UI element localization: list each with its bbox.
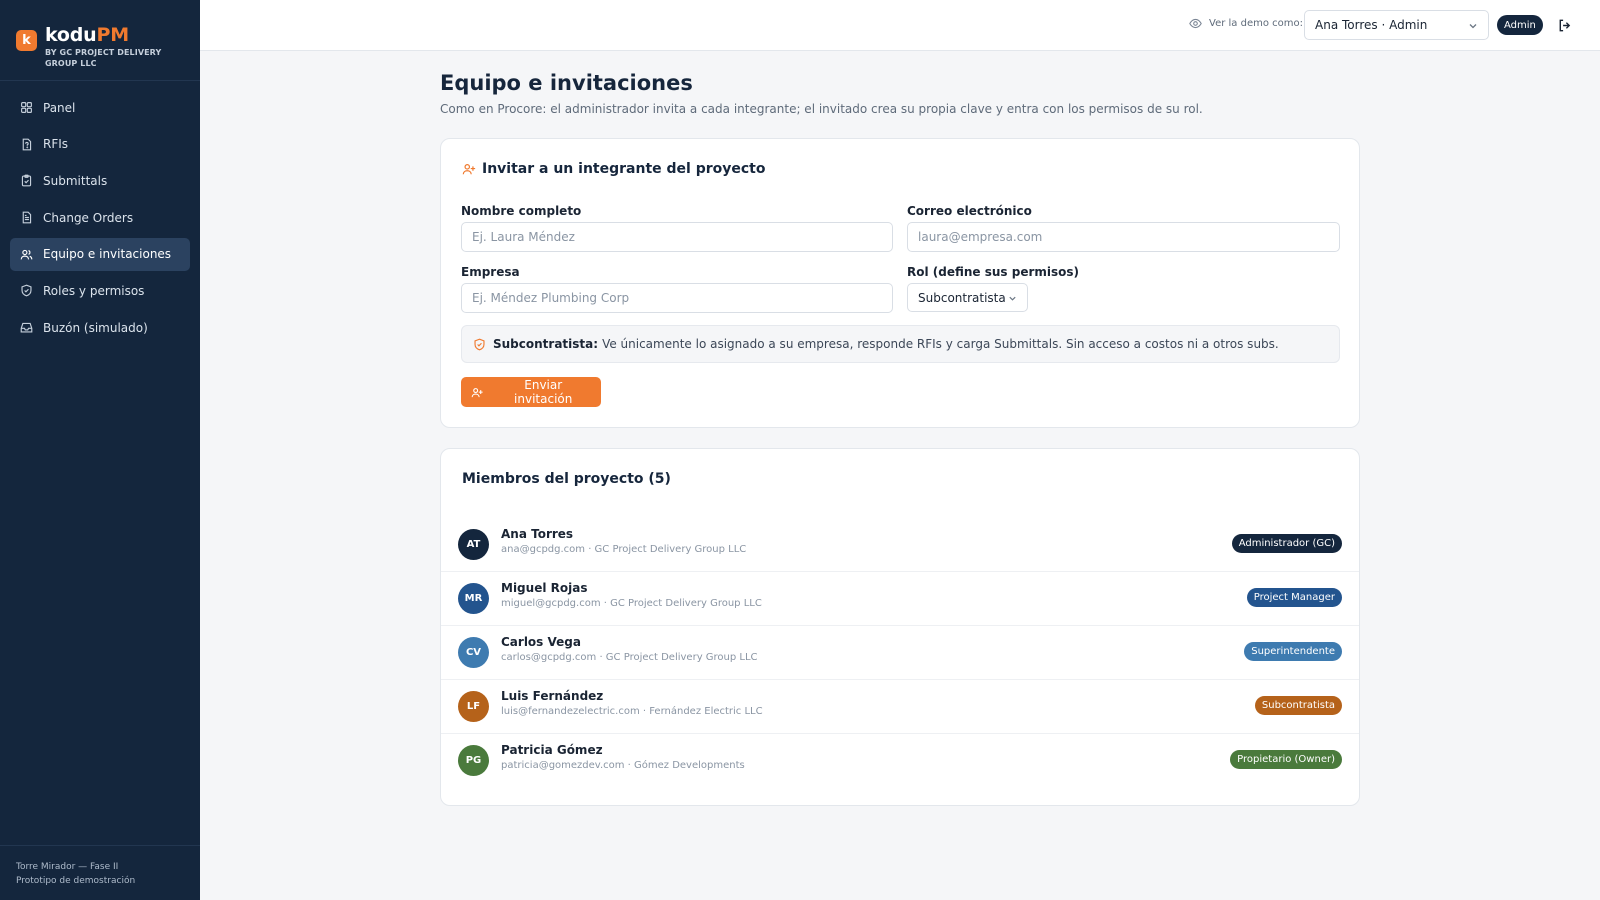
member-name: Patricia Gómez bbox=[501, 743, 603, 757]
invite-heading-text: Invitar a un integrante del proyecto bbox=[482, 161, 766, 177]
member-name: Ana Torres bbox=[501, 527, 574, 541]
app-logo: k bbox=[16, 30, 37, 51]
member-meta: miguel@gcpdg.com · GC Project Delivery G… bbox=[501, 598, 762, 609]
member-meta: carlos@gcpdg.com · GC Project Delivery G… bbox=[501, 652, 758, 663]
user-plus-icon bbox=[462, 164, 476, 175]
avatar: CV bbox=[458, 637, 489, 668]
shield-check-icon bbox=[474, 338, 485, 350]
role-selected: Subcontratista bbox=[918, 290, 1006, 305]
sidebar-item-label: Panel bbox=[43, 100, 76, 115]
role-info-text: Ve únicamente lo asignado a su empresa, … bbox=[602, 337, 1279, 351]
demo-user-selected: Ana Torres · Admin bbox=[1315, 18, 1428, 32]
users-icon bbox=[20, 248, 33, 261]
invite-card: Invitar a un integrante del proyecto Nom… bbox=[440, 138, 1360, 428]
sidebar-item-change-orders[interactable]: Change Orders bbox=[10, 201, 190, 234]
sidebar-item-team[interactable]: Equipo e invitaciones bbox=[10, 237, 190, 271]
question-doc-icon bbox=[20, 138, 33, 151]
grid-icon bbox=[20, 101, 33, 114]
full-name-input[interactable] bbox=[461, 222, 893, 252]
member-meta: luis@fernandezelectric.com · Fernández E… bbox=[501, 706, 763, 717]
topbar: Ver la demo como: Ana Torres · Admin Adm… bbox=[200, 0, 1600, 51]
eye-icon bbox=[1189, 18, 1202, 29]
sidebar-item-label: RFIs bbox=[43, 137, 69, 152]
sidebar-item-inbox[interactable]: Buzón (simulado) bbox=[10, 311, 190, 344]
sidebar-item-rfis[interactable]: RFIs bbox=[10, 128, 190, 161]
logout-icon[interactable] bbox=[1557, 18, 1572, 33]
role-info-title: Subcontratista: bbox=[493, 337, 599, 351]
list-item: CV Carlos Vega carlos@gcpdg.com · GC Pro… bbox=[441, 626, 1359, 680]
member-meta: patricia@gomezdev.com · Gómez Developmen… bbox=[501, 760, 745, 771]
sidebar-item-submittals[interactable]: Submittals bbox=[10, 164, 190, 197]
list-item: AT Ana Torres ana@gcpdg.com · GC Project… bbox=[441, 518, 1359, 572]
members-card: Miembros del proyecto (5) AT Ana Torres … bbox=[440, 448, 1360, 806]
role-label: Rol (define sus permisos) bbox=[907, 265, 1080, 279]
email-label: Correo electrónico bbox=[907, 204, 1032, 218]
role-badge: Administrador (GC) bbox=[1231, 534, 1342, 553]
member-name: Luis Fernández bbox=[501, 689, 604, 703]
members-heading: Miembros del proyecto (5) bbox=[462, 471, 671, 487]
page-title: Equipo e invitaciones bbox=[440, 71, 693, 95]
company-input[interactable] bbox=[461, 283, 893, 313]
sidebar-item-label: Submittals bbox=[43, 173, 108, 188]
user-plus-icon bbox=[471, 387, 483, 397]
role-badge: Admin bbox=[1497, 15, 1543, 35]
invite-heading: Invitar a un integrante del proyecto bbox=[462, 161, 765, 177]
avatar: MR bbox=[458, 583, 489, 614]
sidebar-item-panel[interactable]: Panel bbox=[10, 91, 190, 124]
sidebar-item-label: Equipo e invitaciones bbox=[43, 247, 172, 262]
sidebar-item-roles[interactable]: Roles y permisos bbox=[10, 274, 190, 307]
role-permission-info: Subcontratista: Ve únicamente lo asignad… bbox=[461, 325, 1340, 363]
clipboard-check-icon bbox=[20, 174, 33, 187]
sidebar-footer: Torre Mirador — Fase II Prototipo de dem… bbox=[0, 845, 200, 900]
role-badge: Propietario (Owner) bbox=[1230, 750, 1342, 769]
sidebar: k koduPM BY GC PROJECT DELIVERY GROUP LL… bbox=[0, 0, 200, 900]
shield-check-icon bbox=[20, 284, 33, 297]
app-name-part2: PM bbox=[96, 24, 130, 46]
avatar: AT bbox=[458, 529, 489, 560]
role-badge: Project Manager bbox=[1246, 588, 1342, 607]
chevron-down-icon bbox=[1009, 296, 1016, 301]
send-invitation-label: Enviar invitación bbox=[514, 378, 573, 406]
demo-label-text: Ver la demo como: bbox=[1209, 18, 1303, 29]
sidebar-nav: Panel RFIs Submittals Change Orders Equi… bbox=[0, 81, 200, 344]
list-item: MR Miguel Rojas miguel@gcpdg.com · GC Pr… bbox=[441, 572, 1359, 626]
avatar: LF bbox=[458, 691, 489, 722]
document-icon bbox=[20, 211, 33, 224]
inbox-icon bbox=[20, 321, 33, 334]
app-subtitle: BY GC PROJECT DELIVERY GROUP LLC bbox=[45, 48, 162, 68]
sidebar-item-label: Change Orders bbox=[43, 210, 134, 225]
send-invitation-button[interactable]: Enviar invitación bbox=[461, 377, 601, 407]
app-name-part1: kodu bbox=[45, 24, 97, 46]
role-select[interactable]: Subcontratista bbox=[907, 283, 1028, 312]
page-subtitle: Como en Procore: el administrador invita… bbox=[440, 102, 1203, 116]
members-list: AT Ana Torres ana@gcpdg.com · GC Project… bbox=[441, 518, 1359, 788]
sidebar-item-label: Roles y permisos bbox=[43, 283, 145, 298]
member-name: Miguel Rojas bbox=[501, 581, 588, 595]
prototype-note: Prototipo de demostración bbox=[16, 876, 136, 886]
brand: k koduPM BY GC PROJECT DELIVERY GROUP LL… bbox=[0, 0, 200, 81]
avatar: PG bbox=[458, 745, 489, 776]
app-name: koduPM bbox=[45, 24, 185, 46]
member-name: Carlos Vega bbox=[501, 635, 581, 649]
project-name: Torre Mirador — Fase II bbox=[16, 862, 119, 872]
email-input[interactable] bbox=[907, 222, 1340, 252]
name-label: Nombre completo bbox=[461, 204, 582, 218]
chevron-down-icon bbox=[1469, 24, 1477, 29]
member-meta: ana@gcpdg.com · GC Project Delivery Grou… bbox=[501, 544, 747, 555]
list-item: PG Patricia Gómez patricia@gomezdev.com … bbox=[441, 734, 1359, 788]
company-label: Empresa bbox=[461, 265, 520, 279]
role-badge: Superintendente bbox=[1244, 642, 1342, 661]
list-item: LF Luis Fernández luis@fernandezelectric… bbox=[441, 680, 1359, 734]
role-badge: Subcontratista bbox=[1254, 696, 1342, 715]
demo-label: Ver la demo como: bbox=[1189, 17, 1303, 30]
demo-user-select[interactable]: Ana Torres · Admin bbox=[1304, 10, 1489, 40]
sidebar-item-label: Buzón (simulado) bbox=[43, 320, 148, 335]
